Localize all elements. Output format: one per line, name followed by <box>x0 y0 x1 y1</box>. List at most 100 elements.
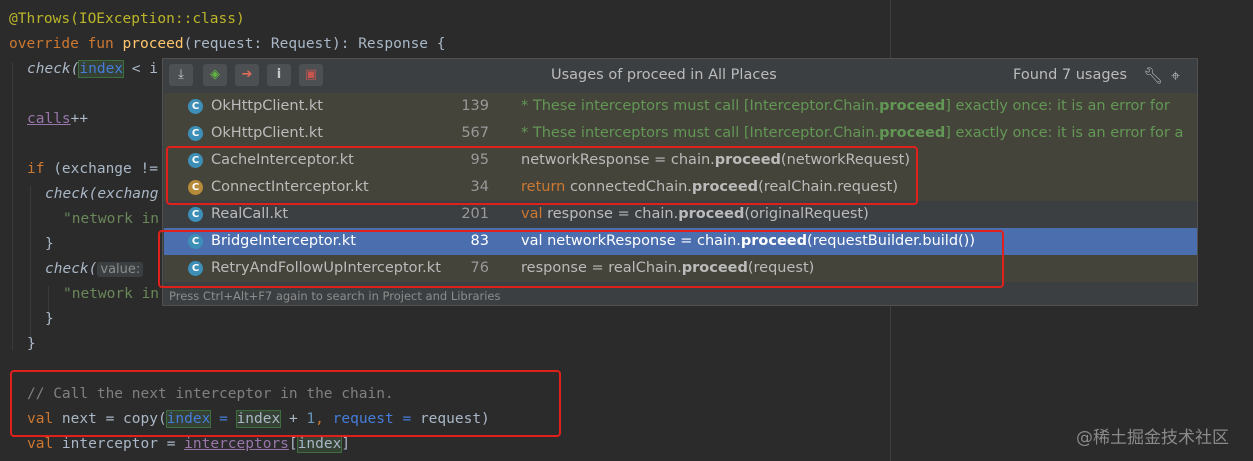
indent-guide <box>30 186 31 346</box>
doc-text: ] exactly once: it is an error for <box>945 98 1170 114</box>
assign: interceptor = <box>53 436 185 452</box>
kotlin-file-icon: C <box>188 126 203 141</box>
match: proceed <box>678 206 745 222</box>
string: "network in <box>63 211 160 227</box>
bracket: ] <box>341 436 351 452</box>
code-line-4: calls++ <box>27 107 88 132</box>
usage-line-number: 95 <box>470 152 489 168</box>
brace: } <box>45 311 54 327</box>
keyword: if <box>27 161 45 177</box>
usage-row[interactable]: C RealCall.kt 201 val response = chain.p… <box>164 201 1197 228</box>
usage-row[interactable]: C OkHttpClient.kt 139 * These intercepto… <box>164 93 1197 120</box>
code-line-5: if (exchange != <box>27 157 158 182</box>
match: proceed <box>740 233 808 249</box>
code-text: (request) <box>747 260 815 276</box>
kotlin-file-icon: C <box>188 153 203 168</box>
call: check(exchang <box>45 186 159 202</box>
scope-icon[interactable]: ▣ <box>299 64 323 86</box>
highlighted-index: index <box>296 435 343 453</box>
signature: (request: Request): Response { <box>183 36 446 52</box>
merge-usages-icon[interactable]: ⤓ <box>169 64 193 86</box>
usage-row[interactable]: C ConnectInterceptor.kt 34 return connec… <box>164 174 1197 201</box>
usage-line-number: 567 <box>461 125 489 141</box>
usage-line-number: 34 <box>470 179 489 195</box>
pin-icon[interactable]: ⌖ <box>1171 59 1180 92</box>
code-text: networkResponse = chain. <box>542 233 741 249</box>
annotation: @Throws(IOException::class) <box>9 11 245 27</box>
code-line-2: override fun proceed(request: Request): … <box>9 32 446 57</box>
code-text: (originalRequest) <box>744 206 869 222</box>
usage-row[interactable]: C CacheInterceptor.kt 95 networkResponse… <box>164 147 1197 174</box>
highlighted-index: index <box>235 410 282 428</box>
settings-wrench-icon[interactable]: 🔧︎ <box>1143 59 1163 92</box>
kotlin-file-icon: C <box>188 99 203 114</box>
code-text: response = chain. <box>542 206 679 222</box>
match: proceed <box>879 98 946 114</box>
usage-code: * These interceptors must call [Intercep… <box>521 93 1170 120</box>
usage-file: ConnectInterceptor.kt <box>211 179 369 195</box>
code-line-15: val interceptor = interceptors[index] <box>27 432 350 457</box>
function-name: proceed <box>122 36 184 52</box>
code-line-6: check(exchang <box>45 182 159 207</box>
code-text: networkResponse = chain. <box>521 152 715 168</box>
code-line-8: } <box>45 232 54 257</box>
doc-text: * These interceptors must call [Intercep… <box>521 98 880 114</box>
usage-count: Found 7 usages <box>1013 67 1128 83</box>
usage-line-number: 201 <box>461 206 489 222</box>
usage-code: return connectedChain.proceed(realChain.… <box>521 174 898 201</box>
match: proceed <box>879 125 946 141</box>
keyword: val <box>521 233 543 249</box>
usage-row[interactable]: C OkHttpClient.kt 567 * These intercepto… <box>164 120 1197 147</box>
code-line-1: @Throws(IOException::class) <box>9 7 245 32</box>
match: proceed <box>691 179 759 195</box>
brace: } <box>45 236 54 252</box>
usage-file: CacheInterceptor.kt <box>211 152 354 168</box>
op: ++ <box>70 111 89 127</box>
info-icon[interactable]: i <box>267 64 291 86</box>
kotlin-file-icon: C <box>188 180 203 195</box>
number: 1 <box>306 411 316 427</box>
match: proceed <box>681 260 748 276</box>
usage-line-number: 83 <box>470 233 489 249</box>
usages-popup[interactable]: ⤓ ◈ ➔ i ▣ Usages of proceed in All Place… <box>162 58 1198 306</box>
usage-row-selected[interactable]: C BridgeInterceptor.kt 83 val networkRes… <box>164 228 1197 255</box>
keyword: val <box>521 206 543 222</box>
popup-title: Usages of proceed in All Places <box>551 67 777 83</box>
code-line-13: // Call the next interceptor in the chai… <box>27 382 394 407</box>
expr: < i <box>123 61 158 77</box>
op: + <box>280 411 307 427</box>
named-arg: request <box>332 411 394 427</box>
popup-toolbar: ⤓ ◈ ➔ i ▣ Usages of proceed in All Place… <box>163 59 1197 92</box>
doc-text: ] exactly once: it is an error for a <box>945 125 1184 141</box>
keyword: val <box>27 436 54 452</box>
call: check( <box>27 61 80 77</box>
comment: // Call the next interceptor in the chai… <box>27 386 394 402</box>
code-text: (networkRequest) <box>780 152 911 168</box>
usage-row[interactable]: C RetryAndFollowUpInterceptor.kt 76 resp… <box>164 255 1197 282</box>
usage-code: val networkResponse = chain.proceed(requ… <box>521 228 975 255</box>
kotlin-file-icon: C <box>188 207 203 222</box>
field: calls <box>27 111 71 127</box>
call: next = copy( <box>53 411 167 427</box>
usage-code: networkResponse = chain.proceed(networkR… <box>521 147 910 174</box>
code-line-3: check(index < i <box>27 57 158 82</box>
code-text: (realChain.request) <box>758 179 899 195</box>
code-text: connectedChain. <box>565 179 692 195</box>
doc-text: * These interceptors must call [Intercep… <box>521 125 880 141</box>
expr: (exchange != <box>44 161 158 177</box>
field: interceptors <box>184 436 289 452</box>
usage-file: OkHttpClient.kt <box>211 98 323 114</box>
paren: ) <box>481 411 490 427</box>
named-arg: index <box>165 410 212 428</box>
usage-file: RealCall.kt <box>211 206 289 222</box>
parameter-hint: value: <box>97 262 144 277</box>
write-access-icon[interactable]: ➔ <box>235 64 259 86</box>
comma: , <box>315 411 333 427</box>
usage-file: OkHttpClient.kt <box>211 125 323 141</box>
read-access-icon[interactable]: ◈ <box>203 64 227 86</box>
op: = <box>210 411 237 427</box>
usage-line-number: 139 <box>461 98 489 114</box>
usage-file: BridgeInterceptor.kt <box>211 233 356 249</box>
code-text: (requestBuilder.build()) <box>807 233 975 249</box>
op: = <box>393 411 420 427</box>
